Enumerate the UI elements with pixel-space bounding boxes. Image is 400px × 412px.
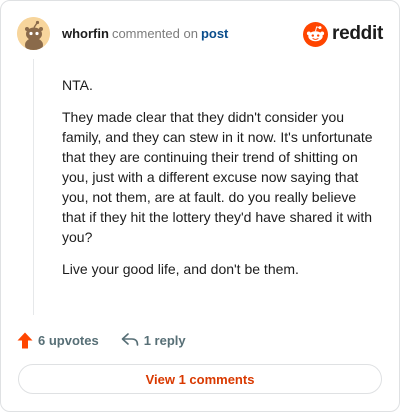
upvote-button[interactable]: 6 upvotes bbox=[17, 332, 99, 349]
comment-body: NTA. They made clear that they didn't co… bbox=[62, 75, 382, 291]
reply-arrow-icon bbox=[121, 333, 138, 346]
comment-header: whorfin commented on post bbox=[62, 26, 228, 42]
view-comments-button[interactable]: View 1 comments bbox=[18, 364, 382, 394]
brand-wordmark: reddit bbox=[332, 23, 383, 44]
upvote-count: 6 upvotes bbox=[38, 332, 99, 348]
comment-card: whorfin commented on post reddit NTA. They… bbox=[0, 0, 400, 412]
action-text: commented on bbox=[111, 26, 198, 41]
upvote-arrow-icon bbox=[17, 332, 33, 348]
post-link[interactable]: post bbox=[201, 26, 228, 41]
reddit-logo-icon bbox=[303, 21, 329, 47]
snoo-avatar-icon bbox=[17, 17, 50, 50]
comment-paragraph: NTA. bbox=[62, 77, 93, 93]
reddit-brand[interactable]: reddit bbox=[303, 21, 383, 47]
reply-button[interactable]: 1 reply bbox=[121, 332, 186, 348]
thread-line bbox=[33, 59, 34, 315]
reply-count: 1 reply bbox=[143, 332, 186, 348]
comment-paragraph: Live your good life, and don't be them. bbox=[62, 261, 299, 277]
comment-paragraph: They made clear that they didn't conside… bbox=[62, 109, 373, 245]
username-link[interactable]: whorfin bbox=[62, 26, 109, 41]
comment-actions: 6 upvotes 1 reply bbox=[17, 331, 186, 349]
user-avatar[interactable] bbox=[17, 17, 50, 50]
